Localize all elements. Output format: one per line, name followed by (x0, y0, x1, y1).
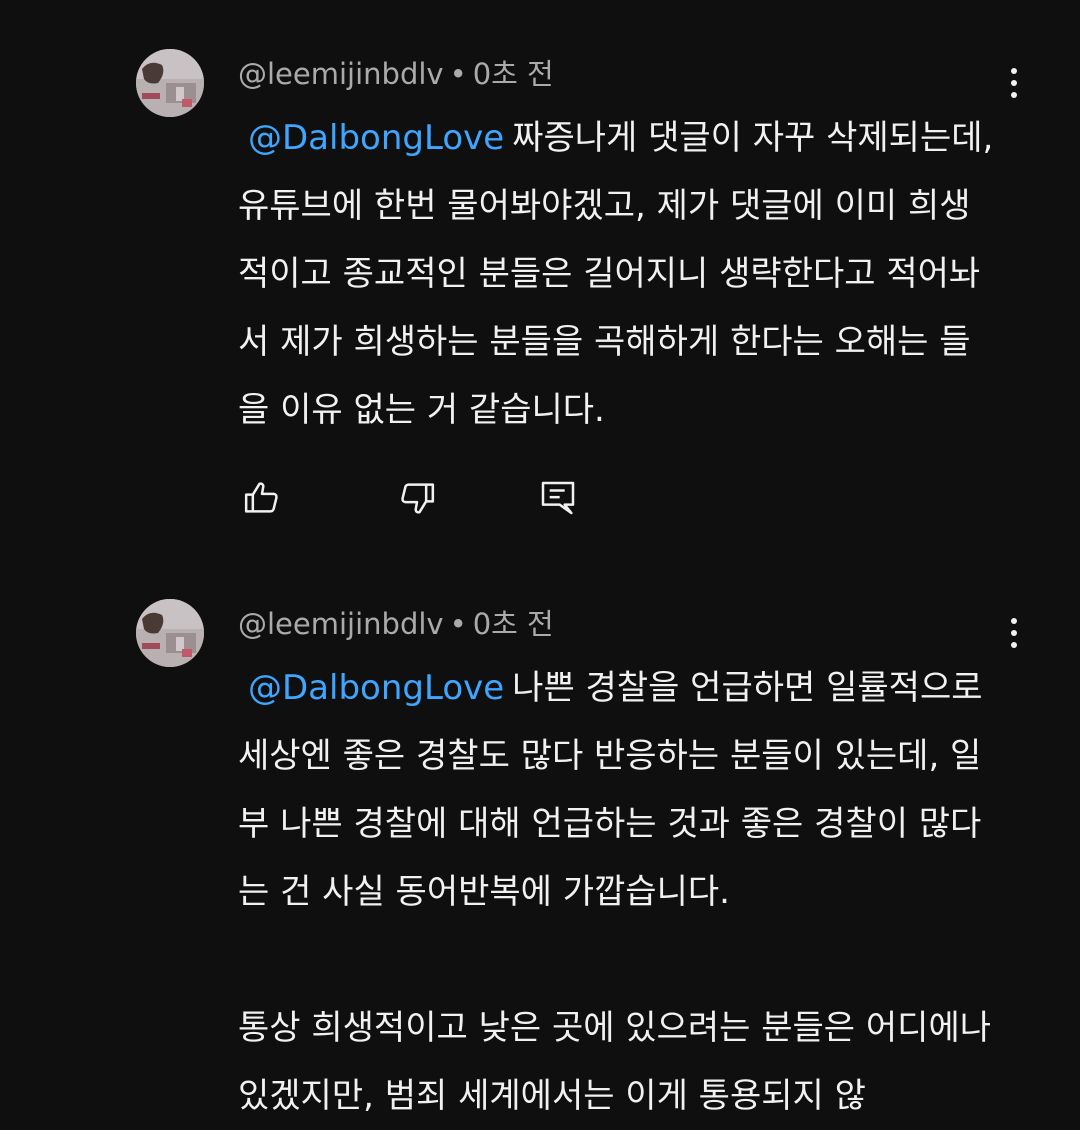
avatar-image (136, 49, 204, 117)
comment-body: @DalbongLove 짜증나게 댓글이 자꾸 삭제되는데, 유튜브에 한번 물… (238, 104, 998, 444)
dislike-button[interactable] (393, 474, 441, 522)
comment-text: 짜증나게 댓글이 자꾸 삭제되는데, 유튜브에 한번 물어봐야겠고, 제가 댓글… (238, 118, 994, 430)
mention-link[interactable]: @DalbongLove (248, 118, 504, 158)
comment-timestamp: 0초 전 (472, 607, 554, 641)
comment-body: @DalbongLove 나쁜 경찰을 언급하면 일률적으로 세상엔 좋은 경찰도… (238, 654, 998, 1130)
reply-icon (541, 481, 575, 515)
comment-meta: @leemijinbdlv • 0초 전 (238, 54, 554, 94)
reply-button[interactable] (534, 474, 582, 522)
avatar-image (136, 599, 204, 667)
thumbs-up-icon (244, 482, 278, 513)
thumbs-down-icon (401, 483, 435, 514)
meta-separator: • (449, 607, 467, 641)
more-options-icon[interactable] (996, 611, 1032, 655)
comment-paragraph: 통상 희생적이고 낮은 곳에 있으려는 분들은 어디에나 있겠지만, 범죄 세계… (238, 1008, 992, 1116)
avatar[interactable] (136, 599, 204, 667)
avatar[interactable] (136, 49, 204, 117)
mention-link[interactable]: @DalbongLove (248, 668, 504, 708)
author-name[interactable]: @leemijinbdlv (238, 57, 444, 91)
like-button[interactable] (238, 474, 286, 522)
comment-paragraph: @DalbongLove 짜증나게 댓글이 자꾸 삭제되는데, 유튜브에 한번 물… (238, 104, 998, 444)
meta-separator: • (449, 57, 467, 91)
comment-timestamp: 0초 전 (472, 57, 554, 91)
more-options-icon[interactable] (996, 61, 1032, 105)
comment-paragraph: @DalbongLove 나쁜 경찰을 언급하면 일률적으로 세상엔 좋은 경찰도… (238, 654, 998, 926)
comment-actions (238, 474, 638, 522)
author-name[interactable]: @leemijinbdlv (238, 607, 444, 641)
comment-meta: @leemijinbdlv • 0초 전 (238, 604, 554, 644)
